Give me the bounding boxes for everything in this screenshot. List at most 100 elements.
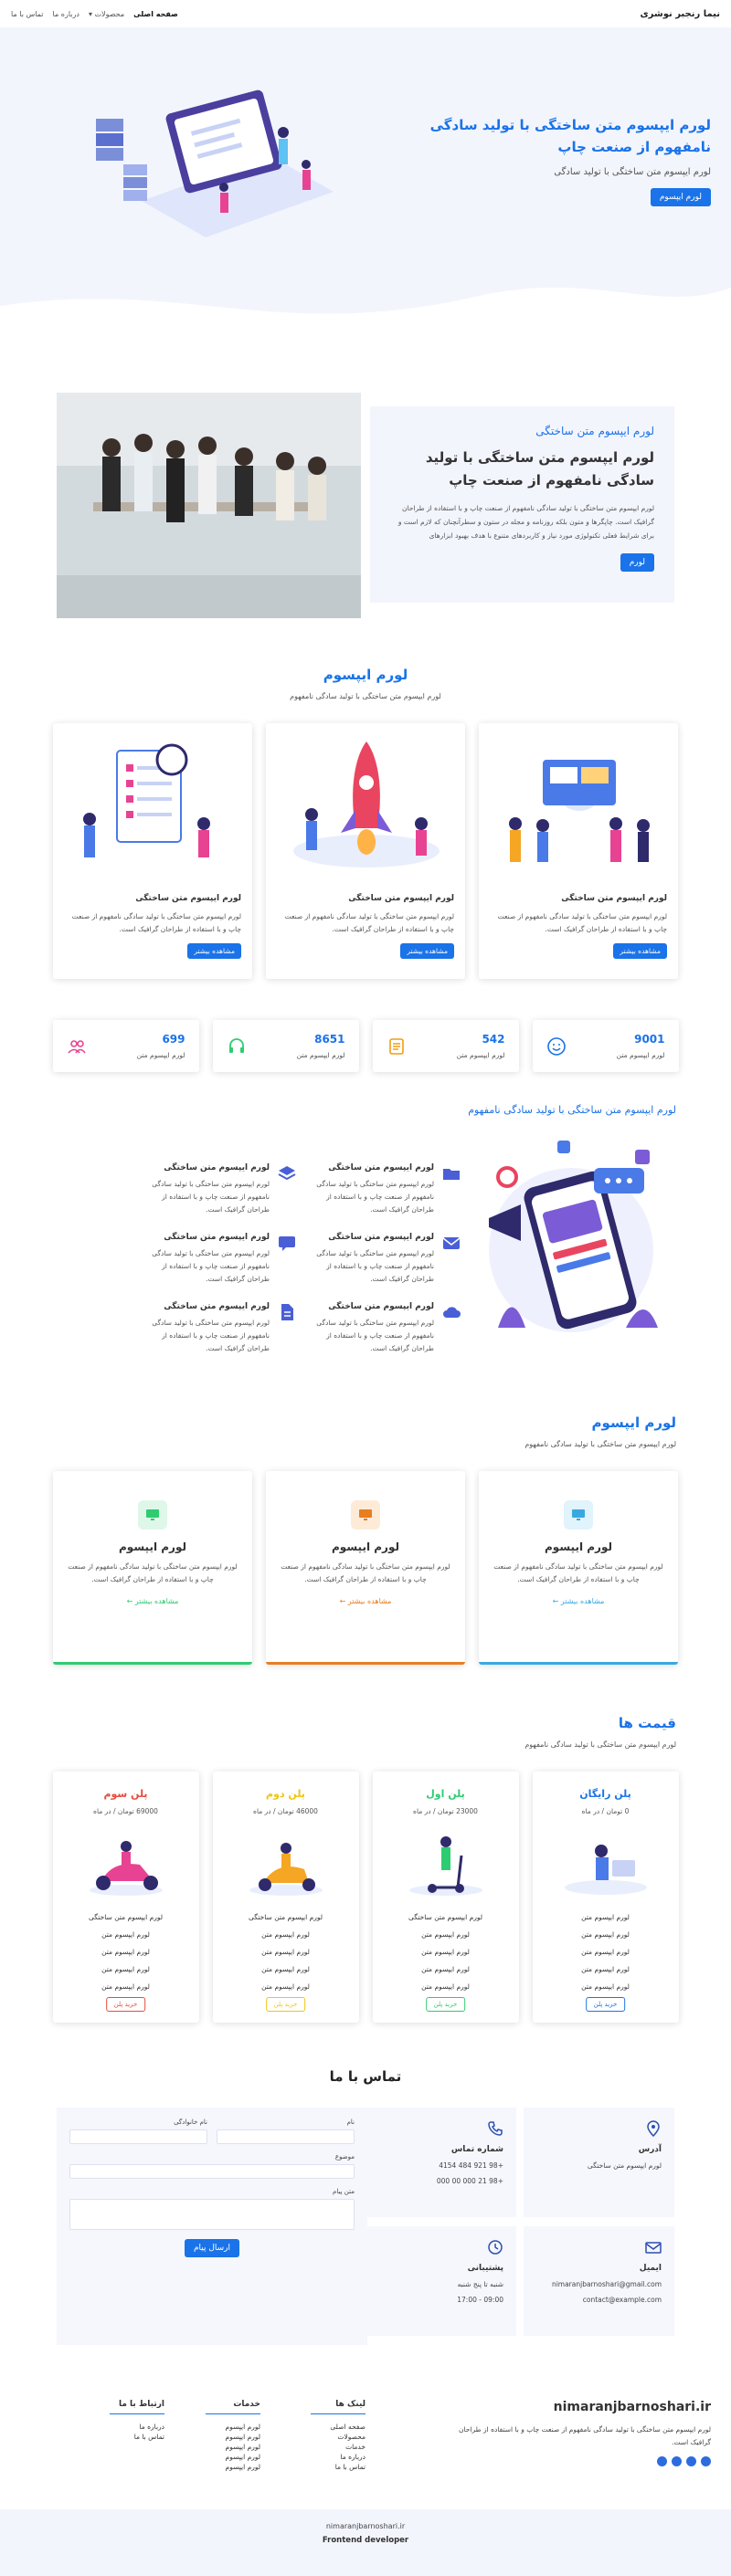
twitter-icon[interactable] (657, 2456, 667, 2466)
team-photo (57, 393, 361, 618)
plan-feature: لورم ایپسوم متن (261, 1948, 310, 1956)
lorem-card-more-link[interactable]: مشاهده بیشتر ← (277, 1597, 454, 1605)
footer-link[interactable]: محصولات (311, 2432, 366, 2442)
phone-line[interactable]: +98 21 000 00 000 (378, 2173, 503, 2189)
subject-input[interactable] (69, 2164, 355, 2179)
about-section: لورم ایپسوم متن ساختگی لورم ایپسوم متن س… (0, 352, 731, 618)
features-title: لورم ایپسوم (323, 667, 408, 683)
service-item: لورم ایپسوم متن ساختگی لورم ایپسوم متن سا… (306, 1163, 461, 1216)
plan-name: پلن اول (426, 1788, 465, 1800)
rocket-illustration (293, 741, 440, 867)
footer-text: لورم ایپسوم متن ساختگی با تولید سادگی نا… (459, 2425, 711, 2446)
nav-home[interactable]: صفحه اصلی (133, 10, 178, 18)
footer-link[interactable]: تماس با ما (110, 2432, 164, 2442)
stat-label: لورم ایپسوم متن (616, 1051, 665, 1059)
buy-plan-button[interactable]: خرید پلن (265, 1997, 306, 2012)
send-message-button[interactable]: ارسال پیام (184, 2239, 240, 2257)
plan-feature: لورم ایپسوم متن (421, 1965, 470, 1973)
plan-feature: لورم ایپسوم متن (581, 1965, 630, 1973)
footer-link[interactable]: لورم ایپسوم (206, 2432, 260, 2442)
footer-link[interactable]: درباره ما (110, 2422, 164, 2432)
footer-link[interactable]: خدمات (311, 2442, 366, 2452)
about-button[interactable]: لورم (620, 553, 654, 572)
plan-feature: لورم ایپسوم متن (581, 1948, 630, 1956)
service-title: لورم ایپسوم متن ساختگی (164, 1233, 270, 1242)
feature-card-button[interactable]: مشاهده بیشتر (613, 943, 667, 959)
footer-link[interactable]: درباره ما (311, 2452, 366, 2462)
monitor-icon (351, 1500, 380, 1530)
name-input[interactable] (217, 2129, 355, 2144)
address-title: آدرس (638, 2145, 662, 2154)
message-textarea[interactable] (69, 2199, 355, 2230)
stat-number: 8651 (314, 1033, 345, 1046)
hero-wave-shape (0, 288, 731, 352)
linkedin-icon[interactable] (701, 2456, 711, 2466)
service-title: لورم ایپسوم متن ساختگی (164, 1163, 270, 1172)
footer-brand-name[interactable]: nimaranjbarnoshari.ir (437, 2400, 711, 2414)
service-text: لورم ایپسوم متن ساختگی با تولید سادگی نا… (152, 1180, 270, 1214)
email-line[interactable]: nimaranjbarnoshari@gmail.com (536, 2276, 662, 2292)
chat-icon (279, 1236, 295, 1251)
stat-label: لورم ایپسوم متن (456, 1051, 505, 1059)
phone-line[interactable]: +98 921 484 4154 (378, 2158, 503, 2173)
clock-icon (488, 2240, 503, 2255)
feature-card-text: لورم ایپسوم متن ساختگی با تولید سادگی نا… (71, 912, 241, 933)
service-text: لورم ایپسوم متن ساختگی با تولید سادگی نا… (316, 1319, 434, 1352)
plan-price: 69000 تومان / در ماه (93, 1807, 158, 1815)
lorem-card-text: لورم ایپسوم متن ساختگی با تولید سادگی نا… (281, 1562, 450, 1583)
lorem-card: لورم ایپسوم لورم ایپسوم متن ساختگی با تو… (53, 1471, 252, 1665)
family-input[interactable] (69, 2129, 207, 2144)
stat-card: 8651 لورم ایپسوم متن (212, 1020, 359, 1072)
footer-link[interactable]: لورم ایپسوم (206, 2422, 260, 2432)
plan-name: پلن سوم (103, 1788, 148, 1800)
nav-products[interactable]: محصولات ▾ (89, 10, 124, 18)
support-box: پشتیبانی شنبه تا پنج شنبه 09:00 - 17:00 (366, 2226, 516, 2336)
footer-services-column: خدمات لورم ایپسوم لورم ایپسوم لورم ایپسو… (206, 2400, 260, 2472)
social-links (437, 2456, 711, 2466)
feature-card-button[interactable]: مشاهده بیشتر (400, 943, 454, 959)
address-text: لورم ایپسوم متن ساختگی (587, 2161, 662, 2170)
feature-card-button[interactable]: مشاهده بیشتر (187, 943, 241, 959)
instagram-icon[interactable] (686, 2456, 696, 2466)
nav-contact[interactable]: تماس با ما (11, 10, 44, 18)
nav-about[interactable]: درباره ما (53, 10, 79, 18)
facebook-icon[interactable] (672, 2456, 682, 2466)
about-kicker: لورم ایپسوم متن ساختگی (535, 425, 654, 437)
service-text: لورم ایپسوم متن ساختگی با تولید سادگی نا… (316, 1249, 434, 1283)
services-title: لورم ایپسوم متن ساختگی با تولید سادگی نا… (468, 1104, 676, 1116)
buy-plan-button[interactable]: خرید پلن (425, 1997, 466, 2012)
footer-link[interactable]: لورم ایپسوم (206, 2462, 260, 2472)
footer-link[interactable]: لورم ایپسوم (206, 2452, 260, 2462)
footer-column-title: لینک ها (311, 2400, 366, 2414)
email-box: ایمیل nimaranjbarnoshari@gmail.com conta… (524, 2226, 674, 2336)
buy-plan-button[interactable]: خرید پلن (105, 1997, 146, 2012)
plan-feature: لورم ایپسوم متن (261, 1930, 310, 1939)
plan-feature: لورم ایپسوم متن (101, 1930, 150, 1939)
hero-subtitle: لورم ایپسوم متن ساختگی با تولید سادگی (554, 167, 711, 177)
stat-label: لورم ایپسوم متن (136, 1051, 185, 1059)
service-item: لورم ایپسوم متن ساختگی لورم ایپسوم متن سا… (142, 1163, 297, 1216)
service-item: لورم ایپسوم متن ساختگی لورم ایپسوم متن سا… (306, 1302, 461, 1355)
brand-name[interactable]: نیما رنجبر نوشری (640, 9, 720, 19)
developer-role: Frontend developer (322, 2536, 409, 2545)
hero-cta-button[interactable]: لورم ایپسوم (650, 188, 711, 206)
buy-plan-button[interactable]: خرید پلن (585, 1997, 626, 2012)
lorem-card-more-link[interactable]: مشاهده بیشتر ← (64, 1597, 241, 1605)
plan-feature: لورم ایپسوم متن (101, 1948, 150, 1956)
footer-link[interactable]: صفحه اصلی (311, 2422, 366, 2432)
plan-price: 0 تومان / در ماه (581, 1807, 630, 1815)
motorbike-illustration (89, 1841, 163, 1896)
service-title: لورم ایپسوم متن ساختگی (328, 1233, 434, 1242)
lorem-card-more-link[interactable]: مشاهده بیشتر ← (490, 1597, 667, 1605)
card-accent-bar (53, 1662, 252, 1665)
email-line[interactable]: contact@example.com (536, 2292, 662, 2308)
feature-card-text: لورم ایپسوم متن ساختگی با تولید سادگی نا… (284, 912, 454, 933)
contact-form: نام نام خانوادگی موضوع متن پیام ارسال پی… (57, 2108, 367, 2345)
stat-card: 542 لورم ایپسوم متن (372, 1020, 519, 1072)
footer-link[interactable]: لورم ایپسوم (206, 2442, 260, 2452)
footer-link[interactable]: تماس با ما (311, 2462, 366, 2472)
card-accent-bar (266, 1662, 465, 1665)
plan-price: 23000 تومان / در ماه (413, 1807, 478, 1815)
service-text: لورم ایپسوم متن ساختگی با تولید سادگی نا… (152, 1319, 270, 1352)
copyright-site: nimaranjbarnoshari.ir (325, 2522, 406, 2530)
